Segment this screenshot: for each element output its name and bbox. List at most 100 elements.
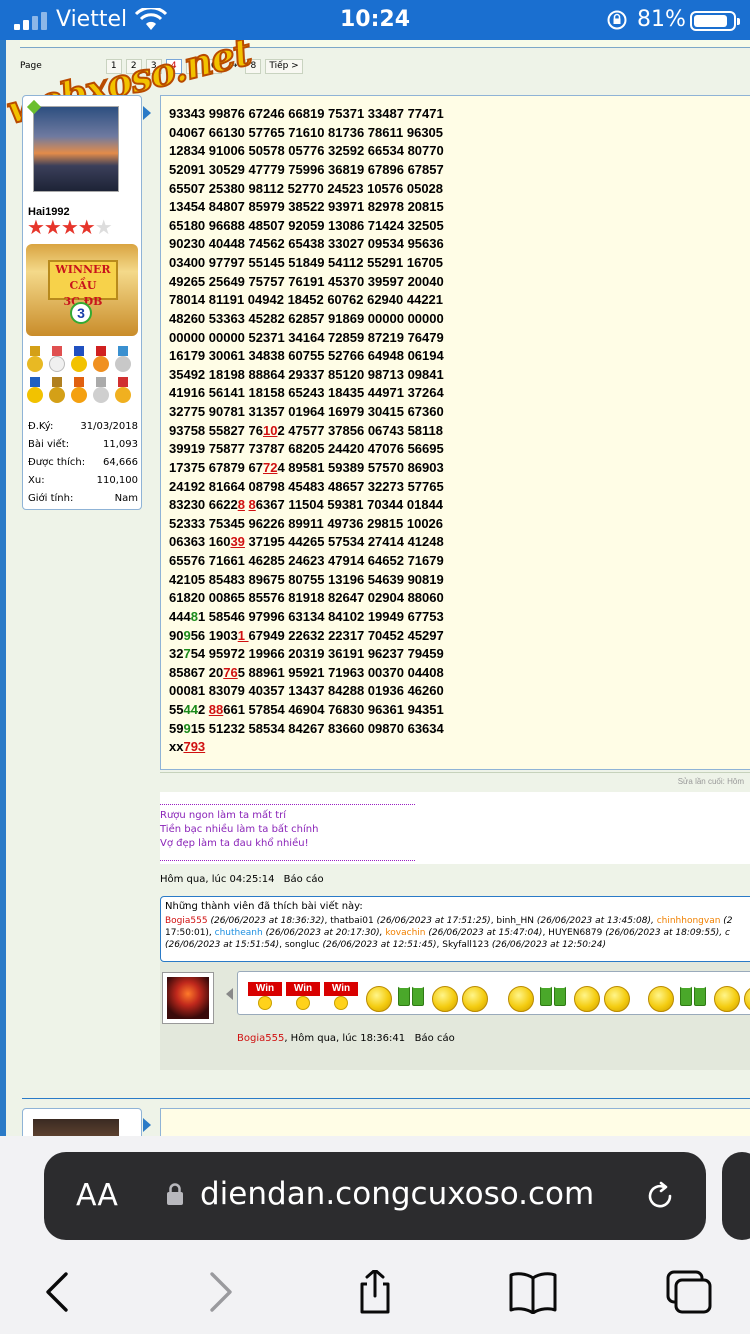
reply-report-link[interactable]: Báo cáo — [415, 1033, 455, 1044]
highlight-red: 8 — [248, 497, 256, 513]
like-timestamp: (26/06/2023 at 20:17:30), — [262, 928, 386, 938]
post-pointer-icon — [143, 106, 151, 120]
highlight-green: 44 — [183, 702, 198, 717]
next-page-button[interactable]: Tiếp > — [265, 58, 303, 74]
url-text[interactable]: diendan.congcuxoso.com — [200, 1176, 594, 1212]
web-page: Page 1 2 3 4 5 6 → 8 Tiếp > webxoso.net … — [0, 40, 750, 1136]
liker-username[interactable]: Bogia555 — [165, 916, 208, 926]
stat-value: 31/03/2018 — [80, 421, 138, 432]
award-number: 3 — [70, 302, 92, 324]
liker-username[interactable]: , songluc — [279, 940, 320, 950]
post-time[interactable]: Hôm qua, lúc 04:25:14 — [160, 874, 274, 885]
signature-line: Rượu ngon làm ta mất trí — [160, 810, 287, 821]
number-line: 93343 99876 67246 66819 75371 33487 7747… — [169, 106, 444, 121]
stat-value: 110,100 — [96, 475, 138, 486]
beer-cheers-icon — [538, 982, 570, 1008]
stat-label: Đ.Ký: — [28, 421, 54, 432]
like-timestamp: (26/06/2023 at 13:45:08), — [534, 916, 657, 926]
medal-collection — [25, 346, 139, 405]
bookmarks-icon[interactable] — [508, 1270, 558, 1314]
number-line: 00081 83079 40357 13437 84288 01936 4626… — [169, 683, 444, 699]
number-line: 35492 18198 88864 29337 85120 98713 0984… — [169, 366, 444, 382]
number-line: 04067 66130 57765 71610 81736 78611 9630… — [169, 124, 444, 140]
signature-divider — [160, 860, 415, 861]
signature-divider — [160, 804, 415, 805]
liker-username[interactable]: , Skyfall123 — [437, 940, 490, 950]
number-line: 03400 97797 55145 51849 54112 55291 1670… — [169, 255, 444, 270]
liker-username[interactable]: , binh_HN — [491, 916, 534, 926]
like-timestamp: (26/06/2023 at 15:51:54) — [165, 940, 280, 950]
liker-username[interactable]: , HUYEN6879 — [542, 928, 602, 938]
number-line: 65507 25380 98112 52770 24523 10576 0502… — [169, 180, 444, 196]
like-timestamp: (26/06/2023 at 18:09:55), c — [602, 928, 730, 938]
pagination-label: Page — [20, 61, 42, 71]
next-avatar[interactable] — [33, 1119, 119, 1136]
next-tab-peek[interactable] — [722, 1152, 750, 1240]
medal-icon — [113, 377, 133, 405]
number-line: xx793 — [169, 739, 206, 755]
reply-time[interactable]: , Hôm qua, lúc 18:36:41 — [284, 1033, 405, 1044]
previous-post-bottom — [20, 40, 750, 48]
reload-icon[interactable] — [644, 1180, 676, 1212]
reply-avatar[interactable] — [162, 972, 214, 1024]
user-stats: Đ.Ký: 31/03/2018 Bài viết: 11,093 Được thí… — [28, 418, 138, 508]
win-smiley-icon: Win — [248, 982, 282, 1010]
number-line: 06363 16039 37195 44265 57534 27414 4124… — [169, 534, 444, 550]
likes-line: 17:50:01), chutheanh (26/06/2023 at 20:1… — [165, 927, 750, 939]
avatar[interactable] — [33, 106, 119, 192]
back-icon[interactable] — [34, 1270, 84, 1314]
likes-title: Những thành viên đã thích bài viết này: — [165, 901, 363, 912]
smiley-icon — [648, 986, 674, 1012]
number-line: 83230 66228 86367 11504 59381 70344 0184… — [169, 497, 444, 513]
liker-username[interactable]: 17:50:01), — [165, 928, 215, 938]
star-filled-icon: ★★★★ — [27, 217, 96, 239]
liker-username[interactable]: kovachin — [385, 928, 425, 938]
signature-line: Tiền bạc nhiều làm ta bất chính — [160, 824, 319, 835]
smiley-icon — [366, 986, 392, 1012]
award-title: WINNER — [55, 263, 111, 276]
liker-username[interactable]: chutheanh — [215, 928, 263, 938]
like-timestamp: (26/06/2023 at 15:47:04) — [425, 928, 543, 938]
winner-award-badge: WINNER CẦU 3C.ĐB 3 — [26, 244, 138, 336]
star-empty-icon: ★ — [94, 217, 113, 239]
medal-icon — [91, 346, 111, 374]
number-lines: 93343 99876 67246 66819 75371 33487 7747… — [169, 105, 444, 757]
highlight-red: 76 — [223, 664, 238, 680]
smiley-icon — [744, 986, 750, 1012]
medal-icon — [69, 377, 89, 405]
tabs-icon[interactable] — [664, 1270, 714, 1314]
win-label: Win — [324, 982, 358, 996]
number-line: 24192 81664 08798 45483 48657 32273 5776… — [169, 478, 444, 494]
report-link[interactable]: Báo cáo — [284, 874, 324, 885]
likes-line: (26/06/2023 at 15:51:54), songluc (26/06… — [165, 939, 750, 951]
lock-icon — [167, 1183, 183, 1205]
number-line: 32754 95972 19966 20319 36191 96237 7945… — [169, 646, 444, 662]
beer-cheers-icon — [396, 982, 428, 1008]
number-line: 00000 00000 52371 34164 72859 87219 7647… — [169, 329, 444, 345]
address-bar[interactable]: AA diendan.congcuxoso.com — [44, 1152, 706, 1240]
browser-toolbar: AA diendan.congcuxoso.com — [0, 1136, 750, 1334]
reply-comment: Win Win Win Bogia555, Hôm qua, lúc 18:36… — [160, 962, 750, 1070]
number-line: 13454 84807 85979 38522 93971 82978 2081… — [169, 199, 444, 215]
like-timestamp: (26/06/2023 at 17:51:25) — [373, 916, 491, 926]
number-line: 65180 96688 48507 92059 13086 71424 3250… — [169, 217, 444, 233]
text-size-button[interactable]: AA — [76, 1178, 118, 1213]
medal-icon — [69, 346, 89, 374]
highlight-red: 72 — [262, 459, 278, 475]
liker-username[interactable]: , thatbai01 — [325, 916, 374, 926]
number-line: 93758 55827 76102 47577 37856 06743 5811… — [169, 422, 444, 438]
trophy-icon — [91, 377, 111, 405]
user-card: Hai1992 ★★★★★ WINNER CẦU 3C.ĐB 3 Đ.Ký:31… — [22, 95, 142, 510]
stat-row-gender: Giới tính: Nam — [28, 490, 138, 508]
number-line: 32775 90781 31357 01964 16979 30415 6736… — [169, 404, 444, 419]
reply-author[interactable]: Bogia555 — [237, 1033, 284, 1044]
page-left-border — [0, 40, 6, 1136]
stat-row-posts: Bài viết: 11,093 — [28, 436, 138, 454]
stat-label: Được thích: — [28, 457, 86, 468]
liker-username[interactable]: chinhhongvan — [657, 916, 721, 926]
stat-label: Giới tính: — [28, 493, 74, 504]
smiley-icon — [462, 986, 488, 1012]
highlight-red: 10 — [262, 422, 278, 438]
share-icon[interactable] — [350, 1270, 400, 1314]
forward-icon[interactable] — [194, 1270, 244, 1314]
